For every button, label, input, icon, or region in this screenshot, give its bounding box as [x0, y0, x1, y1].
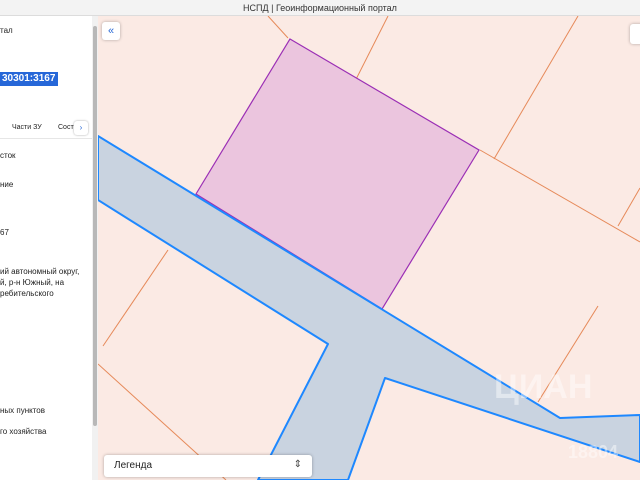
field-number: 67 — [0, 228, 9, 237]
map-control-button[interactable] — [630, 24, 640, 44]
tab-parts[interactable]: Части ЗУ — [12, 124, 42, 131]
chevron-up-down-icon[interactable]: ⇕ — [294, 459, 302, 470]
cadastral-number[interactable]: 30301:3167 — [0, 72, 59, 86]
boundary-line — [617, 187, 640, 227]
tab-composition[interactable]: Сост — [58, 124, 74, 131]
field-address-line1: ий автономный округ, — [0, 267, 80, 276]
watermark-id: 18804 — [568, 442, 619, 462]
field-permitted-use: го хозяйства — [0, 427, 47, 436]
legend-label: Легенда — [114, 460, 153, 471]
boundary-line — [102, 249, 169, 347]
field-address-line2: й, р-н Южный, на — [0, 278, 65, 287]
field-status: ние — [0, 180, 14, 189]
field-address-line3: ребительского — [0, 289, 54, 298]
legend-dropdown[interactable]: Легенда ⇕ — [104, 455, 312, 477]
window-title: НСПД | Геоинформационный портал — [243, 2, 397, 13]
field-category: ных пунктов — [0, 406, 46, 415]
boundary-line — [267, 16, 289, 39]
double-chevron-left-icon[interactable]: « — [102, 22, 120, 40]
map-canvas[interactable]: ЦИАН 18804 — [98, 16, 640, 480]
scrollbar-thumb[interactable] — [93, 26, 97, 426]
panel-header: тал — [0, 26, 13, 35]
chevron-right-icon[interactable]: › — [74, 121, 88, 135]
object-info-panel: тал 30301:3167 Части ЗУ Сост › сток ние … — [0, 16, 92, 480]
boundary-line — [479, 149, 640, 243]
field-type: сток — [0, 151, 16, 160]
map-layer — [98, 16, 640, 480]
window-titlebar: НСПД | Геоинформационный портал — [0, 0, 640, 16]
watermark: ЦИАН — [494, 368, 593, 406]
panel-tabs: Части ЗУ Сост › — [0, 118, 92, 139]
boundary-line — [493, 16, 579, 160]
